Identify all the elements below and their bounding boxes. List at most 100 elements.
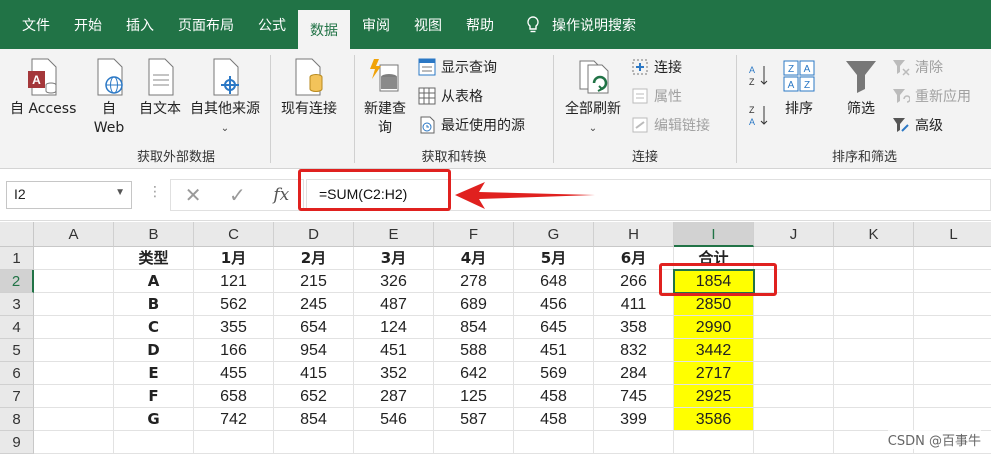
recent-sources-button[interactable]: 最近使用的源 bbox=[418, 113, 525, 137]
column-header-c[interactable]: C bbox=[194, 222, 274, 247]
column-header-d[interactable]: D bbox=[274, 222, 354, 247]
tab-insert[interactable]: 插入 bbox=[114, 0, 166, 49]
cell-h3[interactable]: 411 bbox=[594, 293, 674, 316]
cell-g9[interactable] bbox=[514, 431, 594, 454]
row-header-7[interactable]: 7 bbox=[0, 385, 34, 408]
column-header-f[interactable]: F bbox=[434, 222, 514, 247]
properties-button[interactable]: 属性 bbox=[631, 84, 682, 108]
cell-h7[interactable]: 745 bbox=[594, 385, 674, 408]
cell-i9[interactable] bbox=[674, 431, 754, 454]
cell-k2[interactable] bbox=[834, 270, 914, 293]
tab-help[interactable]: 帮助 bbox=[454, 0, 506, 49]
tab-formulas[interactable]: 公式 bbox=[246, 0, 298, 49]
cell-b7[interactable]: F bbox=[114, 385, 194, 408]
cell-i7[interactable]: 2925 bbox=[674, 385, 754, 408]
cell-l8[interactable] bbox=[914, 408, 991, 431]
cell-k5[interactable] bbox=[834, 339, 914, 362]
cell-c8[interactable]: 742 bbox=[194, 408, 274, 431]
cell-j8[interactable] bbox=[754, 408, 834, 431]
cell-j9[interactable] bbox=[754, 431, 834, 454]
filter-button[interactable]: 筛选 bbox=[844, 57, 878, 119]
cell-d2[interactable]: 215 bbox=[274, 270, 354, 293]
cell-f6[interactable]: 642 bbox=[434, 362, 514, 385]
tell-me-search[interactable]: 操作说明搜索 bbox=[506, 0, 648, 49]
cell-a6[interactable] bbox=[34, 362, 114, 385]
cell-b1[interactable]: 类型 bbox=[114, 247, 194, 270]
cell-j5[interactable] bbox=[754, 339, 834, 362]
cell-d7[interactable]: 652 bbox=[274, 385, 354, 408]
clear-filter-button[interactable]: 清除 bbox=[892, 55, 943, 79]
cell-a2[interactable] bbox=[34, 270, 114, 293]
cell-l3[interactable] bbox=[914, 293, 991, 316]
edit-links-button[interactable]: 编辑链接 bbox=[631, 113, 710, 137]
from-web-button[interactable]: 自 Web bbox=[92, 57, 126, 138]
cell-j6[interactable] bbox=[754, 362, 834, 385]
cell-i6[interactable]: 2717 bbox=[674, 362, 754, 385]
cell-h4[interactable]: 358 bbox=[594, 316, 674, 339]
row-header-3[interactable]: 3 bbox=[0, 293, 34, 316]
cell-e5[interactable]: 451 bbox=[354, 339, 434, 362]
cell-f8[interactable]: 587 bbox=[434, 408, 514, 431]
cell-c4[interactable]: 355 bbox=[194, 316, 274, 339]
cell-i3[interactable]: 2850 bbox=[674, 293, 754, 316]
refresh-all-button[interactable]: 全部刷新 ⌄ bbox=[565, 57, 621, 138]
cell-b9[interactable] bbox=[114, 431, 194, 454]
cell-g7[interactable]: 458 bbox=[514, 385, 594, 408]
cell-h8[interactable]: 399 bbox=[594, 408, 674, 431]
cell-g6[interactable]: 569 bbox=[514, 362, 594, 385]
column-header-i[interactable]: I bbox=[674, 222, 754, 247]
cell-g2[interactable]: 648 bbox=[514, 270, 594, 293]
from-table-button[interactable]: 从表格 bbox=[418, 84, 483, 108]
column-header-a[interactable]: A bbox=[34, 222, 114, 247]
cell-c9[interactable] bbox=[194, 431, 274, 454]
cell-f3[interactable]: 689 bbox=[434, 293, 514, 316]
cell-f1[interactable]: 4月 bbox=[434, 247, 514, 270]
cell-d3[interactable]: 245 bbox=[274, 293, 354, 316]
cell-k1[interactable] bbox=[834, 247, 914, 270]
cell-d1[interactable]: 2月 bbox=[274, 247, 354, 270]
tab-review[interactable]: 审阅 bbox=[350, 0, 402, 49]
cell-f2[interactable]: 278 bbox=[434, 270, 514, 293]
sort-button[interactable]: Z A A Z 排序 bbox=[782, 57, 816, 119]
cell-i5[interactable]: 3442 bbox=[674, 339, 754, 362]
cell-b2[interactable]: A bbox=[114, 270, 194, 293]
cell-c2[interactable]: 121 bbox=[194, 270, 274, 293]
row-header-6[interactable]: 6 bbox=[0, 362, 34, 385]
cell-k3[interactable] bbox=[834, 293, 914, 316]
row-header-8[interactable]: 8 bbox=[0, 408, 34, 431]
row-header-9[interactable]: 9 bbox=[0, 431, 34, 454]
cell-b8[interactable]: G bbox=[114, 408, 194, 431]
new-query-button[interactable]: 新建查 询 bbox=[364, 57, 406, 138]
cell-e9[interactable] bbox=[354, 431, 434, 454]
cell-a1[interactable] bbox=[34, 247, 114, 270]
cell-e2[interactable]: 326 bbox=[354, 270, 434, 293]
cell-c3[interactable]: 562 bbox=[194, 293, 274, 316]
cell-a5[interactable] bbox=[34, 339, 114, 362]
cell-a7[interactable] bbox=[34, 385, 114, 408]
existing-connections-button[interactable]: 现有连接 bbox=[281, 57, 337, 119]
row-header-4[interactable]: 4 bbox=[0, 316, 34, 339]
tab-file[interactable]: 文件 bbox=[0, 0, 62, 49]
column-header-k[interactable]: K bbox=[834, 222, 914, 247]
cell-l4[interactable] bbox=[914, 316, 991, 339]
name-box[interactable]: I2 ▼ bbox=[6, 181, 132, 209]
cell-d5[interactable]: 954 bbox=[274, 339, 354, 362]
cell-b4[interactable]: C bbox=[114, 316, 194, 339]
cell-i4[interactable]: 2990 bbox=[674, 316, 754, 339]
cell-f7[interactable]: 125 bbox=[434, 385, 514, 408]
cell-b3[interactable]: B bbox=[114, 293, 194, 316]
cell-g1[interactable]: 5月 bbox=[514, 247, 594, 270]
cell-e7[interactable]: 287 bbox=[354, 385, 434, 408]
cell-c7[interactable]: 658 bbox=[194, 385, 274, 408]
cell-e8[interactable]: 546 bbox=[354, 408, 434, 431]
from-other-sources-button[interactable]: 自其他来源 ⌄ bbox=[190, 57, 260, 138]
cell-l5[interactable] bbox=[914, 339, 991, 362]
cell-e4[interactable]: 124 bbox=[354, 316, 434, 339]
cell-g5[interactable]: 451 bbox=[514, 339, 594, 362]
cell-a3[interactable] bbox=[34, 293, 114, 316]
cell-h9[interactable] bbox=[594, 431, 674, 454]
drag-handle[interactable]: ⋮ bbox=[148, 184, 162, 200]
sort-descending-button[interactable]: ZA bbox=[748, 103, 775, 127]
cell-f5[interactable]: 588 bbox=[434, 339, 514, 362]
advanced-filter-button[interactable]: 高级 bbox=[892, 113, 943, 137]
